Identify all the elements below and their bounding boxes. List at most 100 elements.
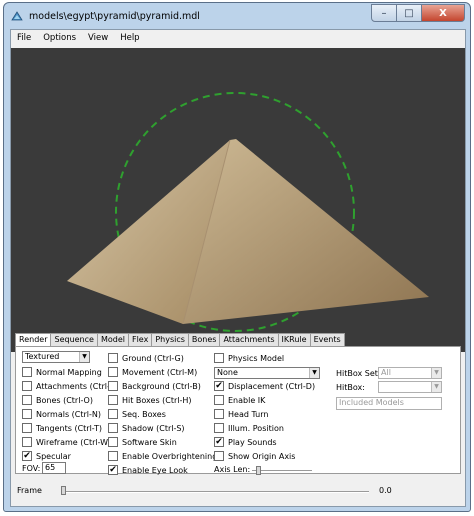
fov-label: FOV: xyxy=(22,464,41,473)
tab-events[interactable]: Events xyxy=(309,333,345,347)
chevron-down-icon: ▼ xyxy=(431,382,441,392)
checkbox-label: Shadow (Ctrl-S) xyxy=(122,423,185,433)
tab-flex[interactable]: Flex xyxy=(127,333,153,347)
eye-look-checkbox[interactable]: ✔ Enable Eye Look xyxy=(108,465,188,475)
checkbox-label: Enable Overbrightening xyxy=(122,451,218,461)
client-area: File Options View Help Render Sequence M… xyxy=(10,29,466,507)
checkbox-label: Background (Ctrl-B) xyxy=(122,381,201,391)
maximize-button[interactable]: □ xyxy=(397,4,422,22)
frame-bar: Frame 0.0 xyxy=(15,478,461,500)
checkbox-label: Tangents (Ctrl-T) xyxy=(36,423,102,433)
play-sounds-checkbox[interactable]: ✔ Play Sounds xyxy=(214,437,277,447)
render-mode-select[interactable]: Textured ▼ xyxy=(22,351,90,363)
tab-attachments[interactable]: Attachments xyxy=(219,333,279,347)
illum-position-checkbox[interactable]: Illum. Position xyxy=(214,423,284,433)
checkbox-box xyxy=(108,437,118,447)
bones-checkbox[interactable]: Bones (Ctrl-O) xyxy=(22,395,93,405)
hitbox-set-select[interactable]: All ▼ xyxy=(378,367,442,379)
checkbox-label: Ground (Ctrl-G) xyxy=(122,353,184,363)
checkbox-label: Show Origin Axis xyxy=(228,451,296,461)
included-models-field[interactable]: Included Models xyxy=(336,397,442,410)
menu-file[interactable]: File xyxy=(11,30,37,48)
menu-help[interactable]: Help xyxy=(114,30,145,48)
checkbox-box xyxy=(214,395,224,405)
included-models-text: Included Models xyxy=(339,398,404,407)
checkbox-label: Movement (Ctrl-M) xyxy=(122,367,198,377)
tab-bones[interactable]: Bones xyxy=(187,333,221,347)
frame-value: 0.0 xyxy=(379,486,392,495)
checkbox-label: Specular xyxy=(36,451,71,461)
hitbox-set-label: HitBox Set: xyxy=(336,369,381,378)
frame-slider-track[interactable] xyxy=(63,491,369,493)
checkbox-box xyxy=(108,395,118,405)
checkbox-box xyxy=(108,409,118,419)
tab-strip: Render Sequence Model Flex Physics Bones… xyxy=(15,333,345,347)
wireframe-checkbox[interactable]: Wireframe (Ctrl-W) xyxy=(22,437,111,447)
axis-len-slider-thumb[interactable] xyxy=(256,466,261,475)
background-checkbox[interactable]: Background (Ctrl-B) xyxy=(108,381,201,391)
movement-checkbox[interactable]: Movement (Ctrl-M) xyxy=(108,367,197,377)
checkbox-label: Attachments (Ctrl-A) xyxy=(36,381,119,391)
attachments-checkbox[interactable]: Attachments (Ctrl-A) xyxy=(22,381,118,391)
ground-checkbox[interactable]: Ground (Ctrl-G) xyxy=(108,353,184,363)
tangents-checkbox[interactable]: Tangents (Ctrl-T) xyxy=(22,423,102,433)
viewport-canvas xyxy=(67,92,429,332)
menu-bar: File Options View Help xyxy=(11,30,465,48)
checkbox-box xyxy=(22,367,32,377)
checkbox-box xyxy=(108,381,118,391)
tab-physics[interactable]: Physics xyxy=(151,333,189,347)
specular-checkbox[interactable]: ✔ Specular xyxy=(22,451,71,461)
physics-model-checkbox[interactable]: Physics Model xyxy=(214,353,284,363)
close-button[interactable]: X xyxy=(422,4,465,22)
checkbox-label: Head Turn xyxy=(228,409,269,419)
checkbox-box xyxy=(214,451,224,461)
checkbox-label: Illum. Position xyxy=(228,423,284,433)
normal-mapping-checkbox[interactable]: Normal Mapping xyxy=(22,367,102,377)
chevron-down-icon: ▼ xyxy=(79,352,89,362)
chevron-down-icon: ▼ xyxy=(431,368,441,378)
checkbox-label: Software Skin xyxy=(122,437,177,447)
axis-len-slider-track[interactable] xyxy=(252,470,312,472)
tab-sequence[interactable]: Sequence xyxy=(50,333,98,347)
tab-model[interactable]: Model xyxy=(96,333,129,347)
checkbox-label: Enable IK xyxy=(228,395,266,405)
checkbox-box xyxy=(108,367,118,377)
window-title: models\egypt\pyramid\pyramid.mdl xyxy=(29,11,200,22)
tab-render[interactable]: Render xyxy=(15,333,52,347)
fov-input[interactable]: 65 xyxy=(42,462,66,474)
frame-label: Frame xyxy=(17,486,42,495)
minimize-button[interactable]: – xyxy=(371,4,397,22)
menu-options[interactable]: Options xyxy=(37,30,82,48)
hit-boxes-checkbox[interactable]: Hit Boxes (Ctrl-H) xyxy=(108,395,192,405)
frame-slider-thumb[interactable] xyxy=(61,486,66,495)
checkbox-label: Normal Mapping xyxy=(36,367,102,377)
physics-select[interactable]: None ▼ xyxy=(214,367,320,379)
checkbox-box xyxy=(22,423,32,433)
title-bar[interactable]: models\egypt\pyramid\pyramid.mdl – □ X xyxy=(4,3,470,29)
displacement-checkbox[interactable]: ✔ Displacement (Ctrl-D) xyxy=(214,381,315,391)
show-origin-axis-checkbox[interactable]: Show Origin Axis xyxy=(214,451,295,461)
menu-view[interactable]: View xyxy=(82,30,114,48)
checkmark-icon: ✔ xyxy=(214,380,224,391)
software-skin-checkbox[interactable]: Software Skin xyxy=(108,437,177,447)
checkbox-box xyxy=(108,353,118,363)
seq-boxes-checkbox[interactable]: Seq. Boxes xyxy=(108,409,166,419)
normals-checkbox[interactable]: Normals (Ctrl-N) xyxy=(22,409,101,419)
enable-ik-checkbox[interactable]: Enable IK xyxy=(214,395,265,405)
model-viewport[interactable] xyxy=(11,48,465,352)
checkbox-box xyxy=(214,423,224,433)
shadow-checkbox[interactable]: Shadow (Ctrl-S) xyxy=(108,423,185,433)
physics-select-value: None xyxy=(217,368,238,377)
window-controls: – □ X xyxy=(371,4,465,22)
app-icon xyxy=(11,11,23,21)
checkbox-label: Physics Model xyxy=(228,353,285,363)
checkbox-label: Enable Eye Look xyxy=(122,465,188,475)
head-turn-checkbox[interactable]: Head Turn xyxy=(214,409,268,419)
tab-ikrule[interactable]: IKRule xyxy=(277,333,311,347)
checkmark-icon: ✔ xyxy=(214,436,224,447)
checkbox-label: Play Sounds xyxy=(228,437,277,447)
hitbox-select[interactable]: ▼ xyxy=(378,381,442,393)
chevron-down-icon: ▼ xyxy=(309,368,319,378)
checkbox-box xyxy=(214,353,224,363)
overbrightening-checkbox[interactable]: Enable Overbrightening xyxy=(108,451,217,461)
